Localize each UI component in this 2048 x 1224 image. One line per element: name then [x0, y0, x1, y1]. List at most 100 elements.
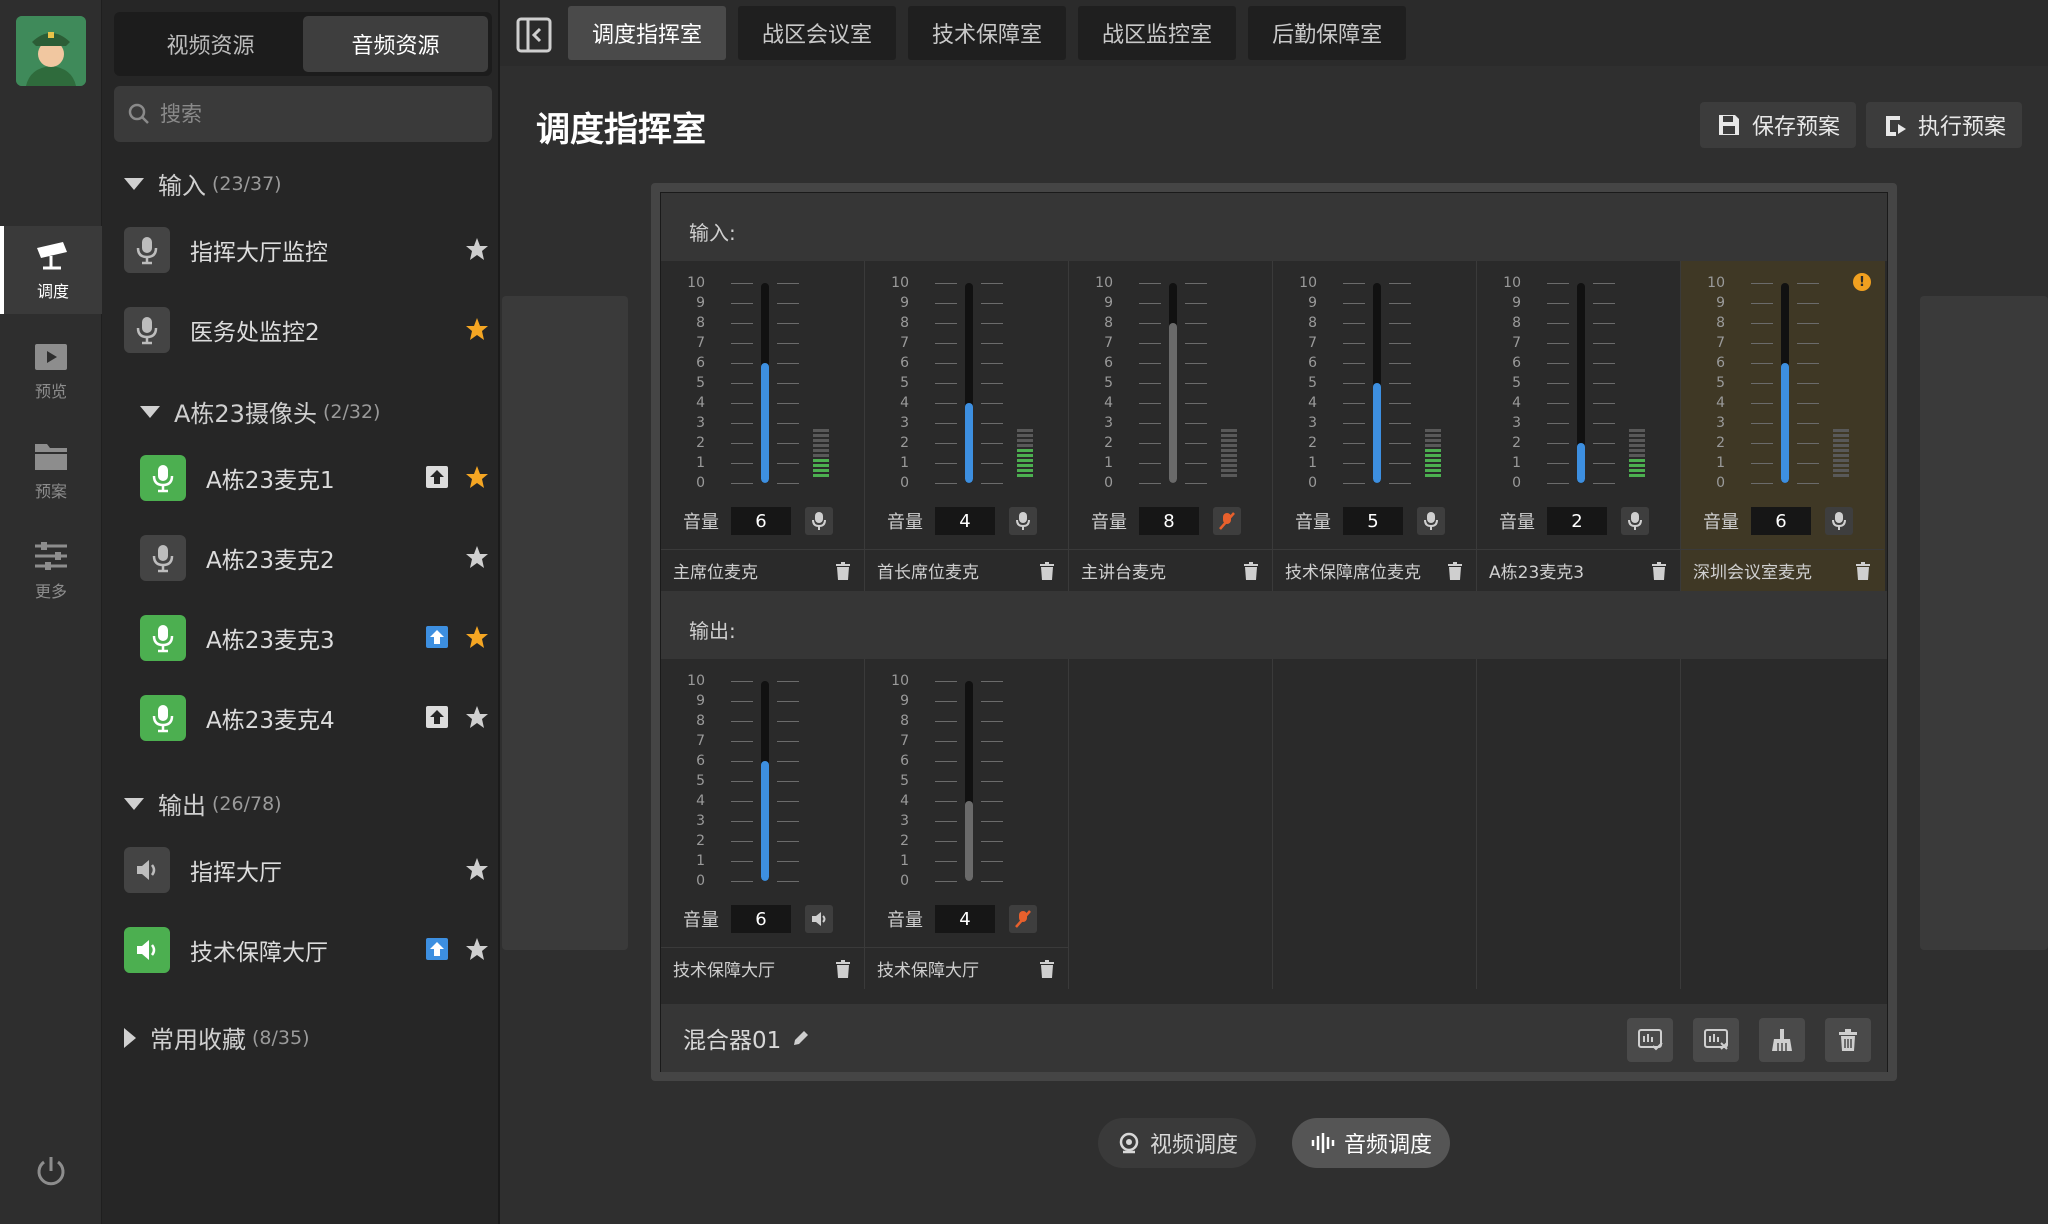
- trash-icon[interactable]: [1038, 959, 1056, 979]
- tab-video-resources[interactable]: 视频资源: [118, 16, 303, 72]
- mute-toggle-button[interactable]: [805, 507, 833, 535]
- volume-slider[interactable]: [1781, 283, 1789, 483]
- star-icon[interactable]: [464, 316, 490, 342]
- trash-icon[interactable]: [1854, 561, 1872, 581]
- resource-item[interactable]: 指挥大厅: [124, 840, 490, 900]
- warning-icon[interactable]: !: [1853, 273, 1871, 291]
- volume-slider[interactable]: [1373, 283, 1381, 483]
- mute-toggle-button[interactable]: [1213, 507, 1241, 535]
- volume-slider[interactable]: [761, 283, 769, 483]
- empty-output-slot[interactable]: [1681, 659, 1885, 989]
- star-icon[interactable]: [464, 236, 490, 262]
- scale-label: 10: [1299, 275, 1317, 291]
- room-tab[interactable]: 调度指挥室: [568, 6, 727, 60]
- volume-slider[interactable]: [1169, 283, 1177, 483]
- volume-fill: [761, 761, 769, 881]
- group-camera[interactable]: A栋23摄像头 (2/32): [140, 394, 380, 429]
- trash-icon[interactable]: [1038, 561, 1056, 581]
- room-tab[interactable]: 战区会议室: [738, 6, 897, 60]
- scale-label: 6: [1512, 355, 1521, 371]
- monitor-close-button[interactable]: [1693, 1018, 1739, 1062]
- nav-item-plans[interactable]: 预案: [0, 426, 102, 514]
- execute-plan-button[interactable]: 执行预案: [1866, 102, 2023, 148]
- nav-item-more[interactable]: 更多: [0, 526, 102, 614]
- volume-input[interactable]: 2: [1547, 507, 1607, 535]
- trash-icon[interactable]: [1446, 561, 1464, 581]
- empty-output-slot[interactable]: [1069, 659, 1273, 989]
- microphone-icon: [812, 512, 826, 530]
- resource-item[interactable]: A栋23麦克2: [140, 528, 490, 588]
- star-icon[interactable]: [464, 856, 490, 882]
- clear-button[interactable]: [1759, 1018, 1805, 1062]
- tab-audio-resources[interactable]: 音频资源: [303, 16, 488, 72]
- search-input[interactable]: [160, 102, 460, 126]
- user-avatar[interactable]: [16, 16, 86, 86]
- group-input[interactable]: 输入 (23/37): [124, 166, 282, 201]
- save-plan-button[interactable]: 保存预案: [1700, 102, 1857, 148]
- upload-icon[interactable]: [424, 624, 450, 650]
- room-tab[interactable]: 战区监控室: [1078, 6, 1237, 60]
- nav-item-label: 预案: [34, 482, 67, 501]
- monitor-check-button[interactable]: [1627, 1018, 1673, 1062]
- star-icon[interactable]: [464, 704, 490, 730]
- scale-label: 5: [696, 773, 705, 789]
- nav-item-preview[interactable]: 预览: [0, 326, 102, 414]
- upload-icon[interactable]: [424, 704, 450, 730]
- volume-input[interactable]: 5: [1343, 507, 1403, 535]
- upload-icon[interactable]: [424, 936, 450, 962]
- scale-label: 8: [1308, 315, 1317, 331]
- delete-mixer-button[interactable]: [1825, 1018, 1871, 1062]
- volume-input[interactable]: 4: [935, 905, 995, 933]
- volume-input[interactable]: 4: [935, 507, 995, 535]
- scale-label: 7: [900, 335, 909, 351]
- volume-input[interactable]: 6: [731, 905, 791, 933]
- mute-toggle-button[interactable]: [1621, 507, 1649, 535]
- resource-item[interactable]: A栋23麦克3: [140, 608, 490, 668]
- scale-label: 1: [1512, 455, 1521, 471]
- resource-item[interactable]: 医务处监控2: [124, 300, 490, 360]
- resource-item[interactable]: A栋23麦克4: [140, 688, 490, 748]
- star-icon[interactable]: [464, 936, 490, 962]
- mute-toggle-button[interactable]: [1825, 507, 1853, 535]
- mute-toggle-button[interactable]: [1009, 507, 1037, 535]
- resource-item[interactable]: A栋23麦克1: [140, 448, 490, 508]
- mute-toggle-button[interactable]: [1417, 507, 1445, 535]
- audio-dispatch-button[interactable]: 音频调度: [1292, 1118, 1451, 1168]
- empty-output-slot[interactable]: [1273, 659, 1477, 989]
- resource-item[interactable]: 指挥大厅监控: [124, 220, 490, 280]
- room-tab[interactable]: 技术保障室: [908, 6, 1067, 60]
- power-icon[interactable]: [33, 1153, 69, 1189]
- star-icon[interactable]: [464, 464, 490, 490]
- volume-input[interactable]: 8: [1139, 507, 1199, 535]
- group-output[interactable]: 输出 (26/78): [124, 786, 282, 821]
- mute-toggle-button[interactable]: [1009, 905, 1037, 933]
- empty-output-slot[interactable]: [1477, 659, 1681, 989]
- volume-slider[interactable]: [1577, 283, 1585, 483]
- volume-slider[interactable]: [761, 681, 769, 881]
- mute-toggle-button[interactable]: [805, 905, 833, 933]
- volume-input[interactable]: 6: [731, 507, 791, 535]
- collapse-panel-icon[interactable]: [516, 17, 552, 53]
- resource-item[interactable]: 技术保障大厅: [124, 920, 490, 980]
- trash-icon[interactable]: [834, 959, 852, 979]
- trash-icon[interactable]: [1242, 561, 1260, 581]
- speaker-icon: [137, 940, 156, 960]
- channel-name: A栋23麦克3: [1489, 563, 1585, 583]
- volume-slider[interactable]: [965, 283, 973, 483]
- video-dispatch-button[interactable]: 视频调度: [1098, 1118, 1257, 1168]
- trash-icon[interactable]: [834, 561, 852, 581]
- volume-fill: [965, 403, 973, 483]
- prev-mixer-ghost[interactable]: [502, 296, 628, 950]
- nav-item-dispatch[interactable]: 调度: [0, 226, 102, 314]
- star-icon[interactable]: [464, 544, 490, 570]
- trash-icon[interactable]: [1650, 561, 1668, 581]
- group-favorites[interactable]: 常用收藏 (8/35): [124, 1020, 310, 1055]
- room-tab[interactable]: 后勤保障室: [1248, 6, 1407, 60]
- upload-icon[interactable]: [424, 464, 450, 490]
- volume-fill: [1781, 363, 1789, 483]
- volume-input[interactable]: 6: [1751, 507, 1811, 535]
- next-mixer-ghost[interactable]: [1920, 296, 2048, 950]
- pencil-icon[interactable]: [791, 1028, 811, 1048]
- volume-slider[interactable]: [965, 681, 973, 881]
- star-icon[interactable]: [464, 624, 490, 650]
